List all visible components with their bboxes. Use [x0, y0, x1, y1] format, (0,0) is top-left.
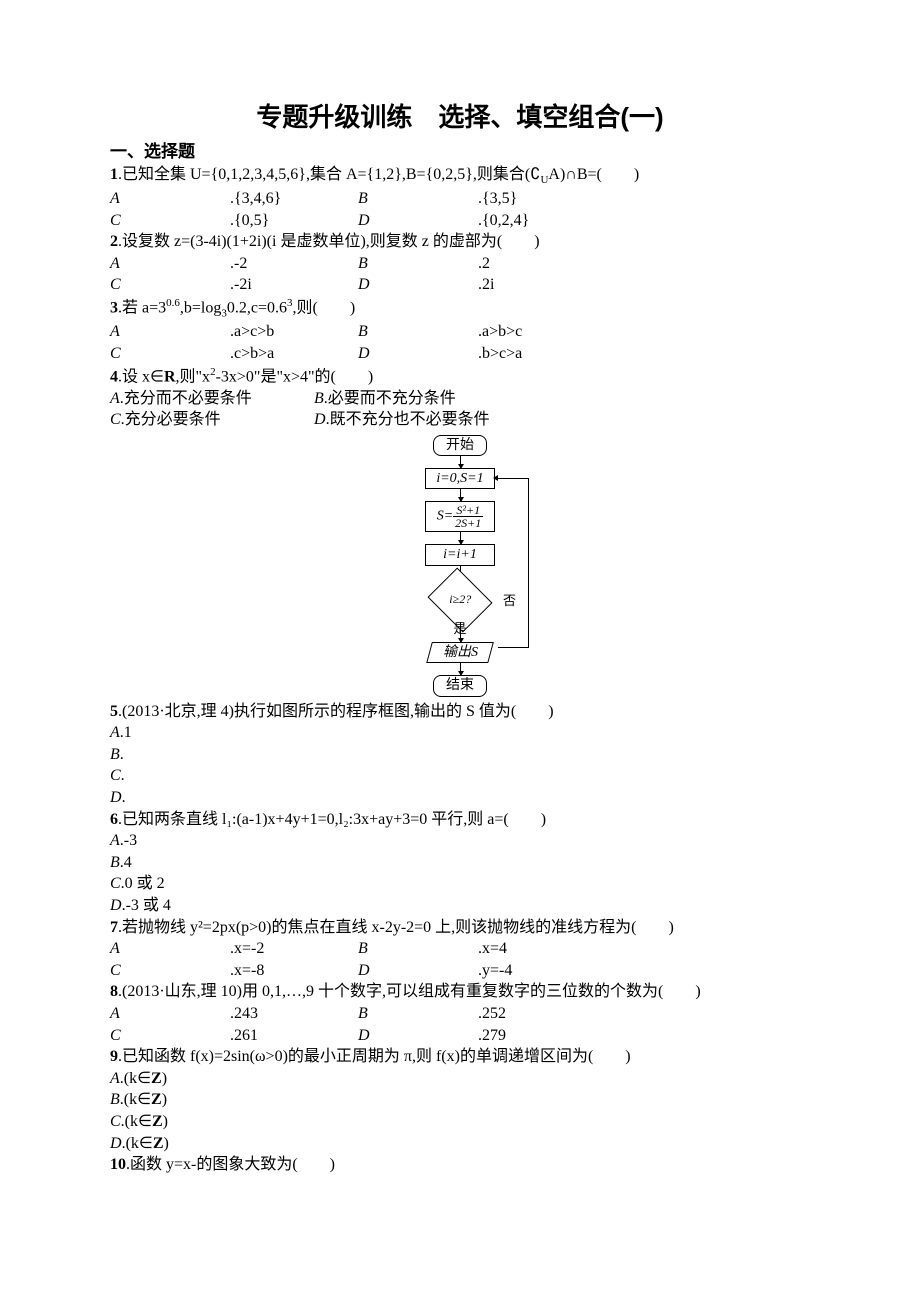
q1-opts-row2: C.{0,5} D.{0,2,4} — [110, 210, 810, 232]
q6-optB: B.4 — [110, 852, 810, 874]
question-6: 6.已知两条直线 l₁:(a-1)x+4y+1=0,l₂:3x+ay+3=0 平… — [110, 809, 810, 831]
q7-optD: D.y=-4 — [358, 960, 602, 982]
q1-stem: 已知全集 U={0,1,2,3,4,5,6},集合 A={1,2},B={0,2… — [122, 166, 540, 183]
q3-optC: C.c>b>a — [110, 343, 354, 365]
q5-optC: C. — [110, 765, 810, 787]
q1-optC: C.{0,5} — [110, 210, 354, 232]
section-heading: 一、选择题 — [110, 141, 810, 164]
q1-optD: D.{0,2,4} — [358, 210, 602, 232]
q4-optB: B.必要而不充分条件 — [314, 390, 456, 407]
q2-optD: D.2i — [358, 274, 602, 296]
q7-stem: 若抛物线 y²=2px(p>0)的焦点在直线 x-2y-2=0 上,则该抛物线的… — [122, 919, 674, 936]
q9-optA: A.(k∈Z) — [110, 1068, 810, 1090]
q3-optB: B.a>b>c — [358, 321, 602, 343]
q4-optD: D.既不充分也不必要条件 — [314, 411, 490, 428]
q4-number: 4 — [110, 368, 118, 385]
q2-stem: 设复数 z=(3-4i)(1+2i)(i 是虚数单位),则复数 z 的虚部为( … — [122, 233, 540, 250]
q3-opts-row2: C.c>b>a D.b>c>a — [110, 343, 810, 365]
flow-no-label: 否 — [503, 592, 516, 610]
flowchart: 开始 i=0,S=1 S=S²+12S+1 i=i+1 i≥2? 否 是 输出S… — [110, 435, 810, 697]
flow-init: i=0,S=1 — [425, 468, 495, 489]
q10-stem: 函数 y=x-的图象大致为( ) — [130, 1156, 335, 1173]
q7-opts-row1: A.x=-2 B.x=4 — [110, 938, 810, 960]
arrow-icon — [460, 532, 461, 544]
arrow-icon — [460, 663, 461, 675]
question-8: 8.(2013·山东,理 10)用 0,1,…,9 十个数字,可以组成有重复数字… — [110, 981, 810, 1003]
question-3: 3.若 a=30.6,b=log30.2,c=0.63,则( ) — [110, 296, 810, 321]
q2-optB: B.2 — [358, 253, 602, 275]
q8-optD: D.279 — [358, 1025, 602, 1047]
flow-calc: S=S²+12S+1 — [425, 501, 495, 532]
q4-optA: A.充分而不必要条件 — [110, 388, 310, 410]
q2-optA: A.-2 — [110, 253, 354, 275]
flow-loop-line — [498, 478, 529, 648]
q9-optB: B.(k∈Z) — [110, 1089, 810, 1111]
question-10: 10.函数 y=x-的图象大致为( ) — [110, 1154, 810, 1176]
q5-stem: (2013·北京,理 4)执行如图所示的程序框图,输出的 S 值为( ) — [122, 703, 554, 720]
page-title: 专题升级训练 选择、填空组合(一) — [110, 100, 810, 135]
question-2: 2.设复数 z=(3-4i)(1+2i)(i 是虚数单位),则复数 z 的虚部为… — [110, 231, 810, 253]
q9-number: 9 — [110, 1048, 118, 1065]
q9-optC: C.(k∈Z) — [110, 1111, 810, 1133]
q4-opts-row2: C.充分必要条件 D.既不充分也不必要条件 — [110, 409, 810, 431]
q9-optD: D.(k∈Z) — [110, 1133, 810, 1155]
q5-optB: B. — [110, 744, 810, 766]
q6-optD: D.-3 或 4 — [110, 895, 810, 917]
q5-optA: A.1 — [110, 722, 810, 744]
q2-optC: C.-2i — [110, 274, 354, 296]
q1-optA: A.{3,4,6} — [110, 188, 354, 210]
q7-number: 7 — [110, 919, 118, 936]
flow-cond-wrap: i≥2? 否 是 — [430, 578, 490, 622]
q7-optB: B.x=4 — [358, 938, 602, 960]
q7-opts-row2: C.x=-8 D.y=-4 — [110, 960, 810, 982]
question-7: 7.若抛物线 y²=2px(p>0)的焦点在直线 x-2y-2=0 上,则该抛物… — [110, 917, 810, 939]
question-4: 4.设 x∈R,则"x2-3x>0"是"x>4"的( ) — [110, 365, 810, 388]
q8-optC: C.261 — [110, 1025, 354, 1047]
q8-opts-row1: A.243 B.252 — [110, 1003, 810, 1025]
question-5: 5.(2013·北京,理 4)执行如图所示的程序框图,输出的 S 值为( ) — [110, 701, 810, 723]
flow-output: 输出S — [426, 642, 494, 663]
q9-stem: 已知函数 f(x)=2sin(ω>0)的最小正周期为 π,则 f(x)的单调递增… — [122, 1048, 631, 1065]
arrow-icon — [460, 456, 461, 468]
q6-number: 6 — [110, 811, 118, 828]
arrow-icon — [460, 489, 461, 501]
arrow-left-icon — [493, 475, 498, 481]
q7-optA: A.x=-2 — [110, 938, 354, 960]
q2-number: 2 — [110, 233, 118, 250]
q8-optA: A.243 — [110, 1003, 354, 1025]
q5-number: 5 — [110, 703, 118, 720]
arrow-icon — [460, 622, 461, 642]
q1-optB: B.{3,5} — [358, 188, 602, 210]
q6-stem: 已知两条直线 l₁:(a-1)x+4y+1=0,l₂:3x+ay+3=0 平行,… — [122, 811, 546, 828]
question-1: 1.已知全集 U={0,1,2,3,4,5,6},集合 A={1,2},B={0… — [110, 164, 810, 188]
q7-optC: C.x=-8 — [110, 960, 354, 982]
flow-start: 开始 — [433, 435, 487, 456]
q1-number: 1 — [110, 166, 118, 183]
q8-opts-row2: C.261 D.279 — [110, 1025, 810, 1047]
q10-number: 10 — [110, 1156, 126, 1173]
q1-stem2: A)∩B=( ) — [548, 166, 639, 183]
q4-opts-row1: A.充分而不必要条件 B.必要而不充分条件 — [110, 388, 810, 410]
flow-inc: i=i+1 — [425, 544, 495, 565]
q3-opts-row1: A.a>c>b B.a>b>c — [110, 321, 810, 343]
q8-optB: B.252 — [358, 1003, 602, 1025]
q2-opts: A.-2 B.2 C.-2i D.2i — [110, 253, 810, 296]
flow-end: 结束 — [433, 675, 487, 696]
q6-optA: A.-3 — [110, 830, 810, 852]
q4-optC: C.充分必要条件 — [110, 409, 310, 431]
q3-number: 3 — [110, 299, 118, 316]
q5-optD: D. — [110, 787, 810, 809]
q6-optC: C.0 或 2 — [110, 873, 810, 895]
question-9: 9.已知函数 f(x)=2sin(ω>0)的最小正周期为 π,则 f(x)的单调… — [110, 1046, 810, 1068]
q3-optA: A.a>c>b — [110, 321, 354, 343]
q3-optD: D.b>c>a — [358, 343, 602, 365]
q8-stem: (2013·山东,理 10)用 0,1,…,9 十个数字,可以组成有重复数字的三… — [122, 983, 701, 1000]
q8-number: 8 — [110, 983, 118, 1000]
q1-opts-row1: A.{3,4,6} B.{3,5} — [110, 188, 810, 210]
